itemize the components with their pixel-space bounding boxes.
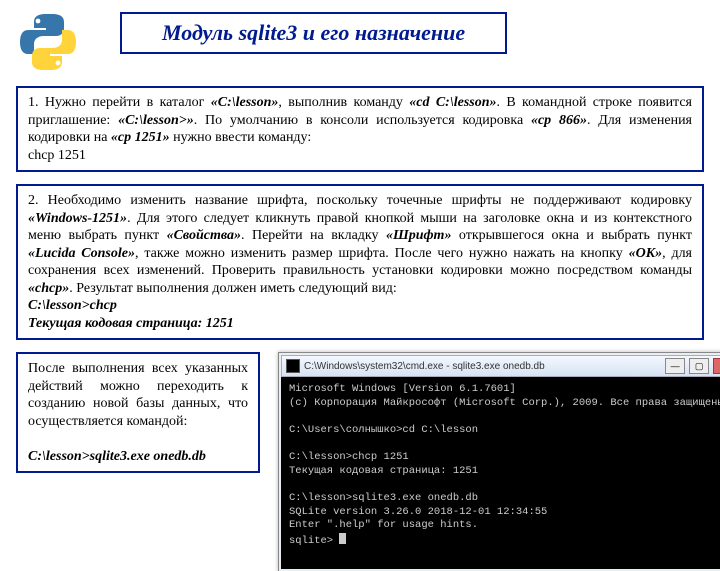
step3-cmd: C:\lesson>sqlite3.exe onedb.db — [28, 449, 206, 464]
cmd-titlebar: C:\Windows\system32\cmd.exe - sqlite3.ex… — [281, 355, 720, 377]
step-3-box: После выполнения всех указанных действий… — [16, 352, 260, 473]
step2-out1: C:\lesson>chcp — [28, 298, 117, 313]
cmd-window: C:\Windows\system32\cmd.exe - sqlite3.ex… — [278, 352, 720, 571]
minimize-button[interactable]: — — [665, 358, 685, 374]
header-row: Модуль sqlite3 и его назначение — [16, 10, 704, 74]
step-2-box: 2. Необходимо изменить название шрифта, … — [16, 184, 704, 340]
em: «OK» — [629, 246, 662, 261]
em: «Lucida Console» — [28, 246, 135, 261]
step1-cmd: chcp 1251 — [28, 148, 86, 163]
em: «cp 866» — [531, 113, 587, 128]
t: . Результат выполнения должен иметь след… — [69, 281, 397, 296]
em: «chcp» — [28, 281, 69, 296]
t: , также можно изменить размер шрифта. По… — [135, 246, 629, 261]
em: «C:\lesson>» — [118, 113, 194, 128]
cmd-icon — [286, 359, 300, 373]
t: , выполнив команду — [278, 95, 409, 110]
em: «cd C:\lesson» — [409, 95, 496, 110]
maximize-button[interactable]: ▢ — [689, 358, 709, 374]
em: «Шрифт» — [386, 228, 451, 243]
step2-out2: Текущая кодовая страница: 1251 — [28, 316, 234, 331]
em: «Свойства» — [167, 228, 241, 243]
t: 2. Необходимо изменить название шрифта, … — [28, 193, 692, 208]
t: . По умолчанию в консоли используется ко… — [194, 113, 531, 128]
em: «C:\lesson» — [211, 95, 279, 110]
close-button[interactable]: ✕ — [713, 358, 720, 374]
t: . Перейти на вкладку — [241, 228, 386, 243]
cmd-title-text: C:\Windows\system32\cmd.exe - sqlite3.ex… — [304, 361, 661, 372]
step-1-box: 1. Нужно перейти в каталог «C:\lesson», … — [16, 86, 704, 172]
t: открывшегося окна и выбрать пункт — [451, 228, 692, 243]
t: 1. Нужно перейти в каталог — [28, 95, 211, 110]
t: нужно ввести команду: — [170, 130, 312, 145]
em: «cp 1251» — [111, 130, 170, 145]
page-title: Модуль sqlite3 и его назначение — [120, 12, 507, 54]
em: «Windows-1251» — [28, 211, 127, 226]
python-logo — [16, 10, 80, 74]
step3-text: После выполнения всех указанных действий… — [28, 361, 248, 429]
